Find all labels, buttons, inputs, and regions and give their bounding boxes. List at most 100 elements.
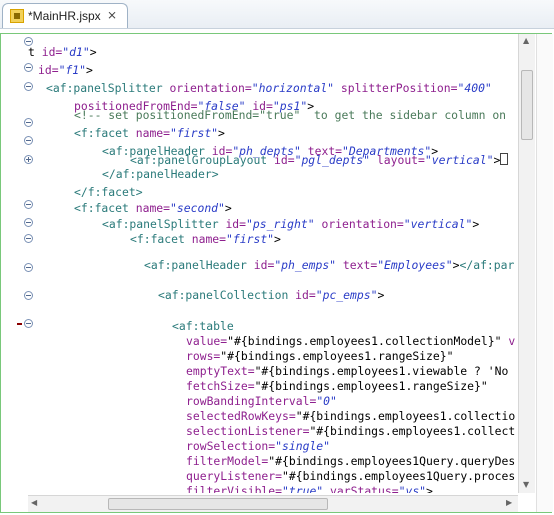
code-token: splitterPosition= bbox=[340, 81, 458, 95]
code-line: <f:facet name="first"> bbox=[130, 230, 281, 248]
code-token: orientation= bbox=[321, 217, 404, 231]
editor-tab-mainhr[interactable]: *MainHR.jspx ⨯ bbox=[2, 3, 128, 28]
code-token: id= bbox=[295, 288, 316, 302]
vertical-scrollbar[interactable]: ▲ ▼ bbox=[518, 34, 535, 493]
code-token: > bbox=[224, 201, 232, 215]
horizontal-scrollbar[interactable]: ◀ ▶ bbox=[28, 495, 518, 512]
code-token: name= bbox=[135, 126, 171, 140]
code-token: layout= bbox=[376, 153, 425, 167]
code-token: "ph_emps" bbox=[274, 258, 337, 272]
code-token: orientation= bbox=[169, 81, 252, 95]
code-line: <af:panelHeader id="ph_emps" text="Emplo… bbox=[144, 256, 514, 274]
collapsed-region-box[interactable] bbox=[500, 153, 509, 165]
code-token: id= bbox=[253, 258, 275, 272]
code-token: rows= bbox=[186, 349, 221, 363]
code-token: "vs" bbox=[398, 484, 427, 493]
code-token: "single" bbox=[275, 439, 331, 453]
code-token: v bbox=[501, 334, 516, 348]
code-token: "#{bindings.employees1Query.proces bbox=[282, 469, 516, 483]
code-token: "first" bbox=[226, 232, 275, 246]
overview-ruler bbox=[536, 34, 553, 512]
code-token: </af:panelHeader> bbox=[102, 167, 219, 181]
code-token: "#{bindings.employees1.rangeSize}" bbox=[254, 379, 488, 393]
code-line: <af:panelCollection id="pc_emps"> bbox=[158, 286, 384, 304]
vertical-scroll-thumb[interactable] bbox=[521, 70, 533, 140]
code-token: "pgl_depts" bbox=[294, 153, 371, 167]
code-token: "horizontal" bbox=[251, 81, 335, 95]
code-token: "pc_emps" bbox=[315, 288, 378, 302]
scroll-up-icon[interactable]: ▲ bbox=[523, 36, 529, 45]
code-token: <af:panelSplitter bbox=[102, 217, 226, 231]
code-token: value= bbox=[186, 334, 228, 348]
code-token: "true" bbox=[282, 484, 324, 493]
code-token: selectedRowKeys= bbox=[186, 409, 296, 423]
code-token: </f:facet> bbox=[74, 185, 143, 199]
code-token: "d1" bbox=[62, 45, 90, 59]
code-token: > bbox=[218, 126, 225, 140]
code-token: "second" bbox=[170, 201, 225, 215]
code-token: "#{bindings.employees1.rangeSize}" bbox=[220, 349, 454, 363]
code-token: <f:facet bbox=[130, 232, 192, 246]
close-icon[interactable]: ⨯ bbox=[107, 8, 117, 22]
code-token: <f:facet bbox=[74, 126, 136, 140]
code-token: <af:table bbox=[172, 319, 234, 333]
code-token: "vertical" bbox=[403, 217, 473, 231]
code-token: "ps_right" bbox=[246, 217, 315, 231]
code-token: "#{bindings.employees1Query.queryDes bbox=[268, 454, 516, 468]
code-token: name= bbox=[191, 232, 227, 246]
code-token: queryListener= bbox=[186, 469, 283, 483]
code-token: </af:par bbox=[459, 258, 515, 272]
code-token: "0" bbox=[316, 394, 337, 408]
code-line: filterVisible="true" varStatus="vs"> bbox=[186, 482, 433, 493]
code-token: "Employees" bbox=[377, 258, 453, 272]
code-token: "f1" bbox=[58, 63, 87, 77]
code-token: <f:facet bbox=[74, 201, 136, 215]
editor-tab-bar: *MainHR.jspx ⨯ bbox=[0, 0, 554, 29]
code-token: "#{bindings.employees1.collectio bbox=[295, 409, 516, 423]
code-token: > bbox=[452, 258, 460, 272]
code-token: "400" bbox=[457, 81, 492, 95]
code-token: > bbox=[493, 153, 501, 167]
code-token: filterVisible= bbox=[186, 484, 283, 493]
code-token: "#{bindings.employees1.collectionModel}" bbox=[227, 334, 502, 348]
code-editor[interactable]: t id="d1"> id="f1"> <af:panelSplitter or… bbox=[28, 34, 516, 493]
code-token: id= bbox=[41, 45, 63, 59]
code-token: > bbox=[86, 63, 93, 77]
code-line: id="f1"> bbox=[38, 61, 93, 79]
code-token: text= bbox=[342, 258, 378, 272]
code-token: id= bbox=[274, 153, 295, 167]
code-token: rowSelection= bbox=[186, 439, 276, 453]
code-token: "#{bindings.employees1.viewable ? 'No bbox=[254, 364, 509, 378]
change-marker bbox=[17, 323, 22, 325]
code-token: <af:panelSplitter bbox=[46, 81, 170, 95]
code-token: "vertical" bbox=[424, 153, 494, 167]
code-token: <af:panelHeader bbox=[144, 258, 254, 272]
code-token: > bbox=[377, 288, 385, 302]
code-token: id= bbox=[225, 217, 247, 231]
code-token: > bbox=[426, 484, 433, 493]
code-token: > bbox=[274, 232, 281, 246]
code-token: t bbox=[28, 45, 42, 59]
tab-title: *MainHR.jspx bbox=[28, 9, 101, 23]
scroll-down-icon[interactable]: ▼ bbox=[523, 480, 529, 489]
code-token: <af:panelCollection bbox=[158, 288, 296, 302]
code-line: <f:facet name="first"> bbox=[74, 124, 225, 142]
scroll-right-icon[interactable]: ▶ bbox=[506, 498, 512, 507]
horizontal-scroll-thumb[interactable] bbox=[108, 498, 328, 510]
code-token: <!-- set positionedFromEnd="true" to get… bbox=[74, 108, 507, 122]
code-line: </af:panelHeader> bbox=[102, 165, 219, 183]
code-comment-line: <!-- set positionedFromEnd="true" to get… bbox=[74, 106, 506, 124]
scroll-left-icon[interactable]: ◀ bbox=[31, 498, 37, 507]
jspx-file-icon bbox=[10, 9, 24, 23]
code-token: id= bbox=[38, 63, 59, 77]
code-token: "first" bbox=[170, 126, 219, 140]
code-line: t id="d1"> bbox=[28, 43, 97, 61]
code-token: emptyText= bbox=[186, 364, 255, 378]
code-token: selectionListener= bbox=[186, 424, 310, 438]
code-token: fetchSize= bbox=[186, 379, 255, 393]
code-token: "#{bindings.employees1.collect bbox=[309, 424, 516, 438]
